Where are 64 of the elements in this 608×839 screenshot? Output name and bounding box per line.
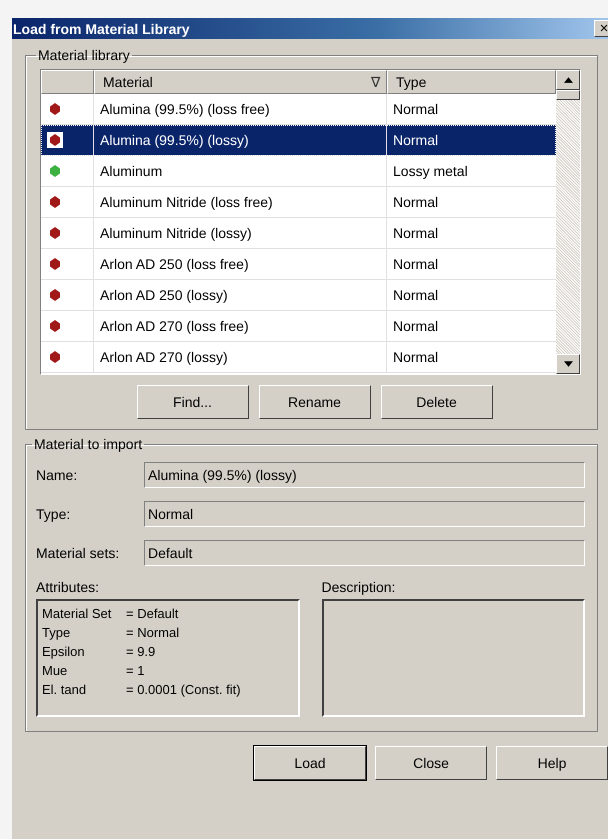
table-cell: Aluminum Nitride (loss free) [94, 187, 387, 217]
group-title: Material to import [33, 436, 144, 452]
field-label: Type: [36, 506, 72, 522]
scroll-down-button[interactable] [556, 354, 580, 374]
attribute-name: Epsilon [42, 643, 86, 661]
table-cell-text: Normal [392, 100, 440, 119]
dialog-button[interactable]: Help [496, 746, 608, 780]
table-row[interactable]: Aluminum Nitride (lossy) Normal [41, 218, 556, 249]
table-cell: Arlon AD 270 (lossy) [94, 342, 387, 372]
window-title: Load from Material Library [12, 20, 190, 36]
table-row[interactable]: Arlon AD 270 (lossy) Normal [41, 342, 556, 373]
attribute-name: Type [42, 624, 72, 642]
attributes-label: Attributes: [36, 579, 100, 595]
scroll-thumb[interactable] [556, 90, 580, 100]
table-cell: Aluminum Nitride (lossy) [94, 218, 387, 248]
table-cell-text: Normal [392, 286, 440, 305]
attribute-value: = Normal [126, 624, 180, 642]
table-cell: Arlon AD 250 (loss free) [94, 249, 387, 279]
table-row[interactable]: Aluminum Lossy metal [41, 156, 556, 187]
table-cell-text: Normal [392, 255, 440, 274]
scroll-up-button[interactable] [556, 70, 580, 90]
table-cell-text: Lossy metal [392, 162, 469, 181]
field-label: Name: [36, 467, 78, 483]
attribute-name: Material Set [42, 605, 112, 623]
attribute-value: = 1 [126, 662, 144, 680]
table-cell: Alumina (99.5%) (lossy) [94, 125, 387, 155]
down-arrow-icon [564, 361, 572, 367]
sort-icon: ∇ [371, 74, 380, 90]
table-cell: Normal [387, 125, 556, 155]
attribute-value: = 9.9 [126, 643, 156, 661]
dialog-button[interactable]: Close [375, 746, 487, 780]
read-only-field: Alumina (99.5%) (lossy) [144, 462, 585, 488]
attribute-value: = Default [126, 605, 178, 623]
read-only-field: Normal [144, 501, 585, 527]
action-button[interactable]: Rename [258, 385, 370, 419]
field-label: Material sets: [36, 545, 120, 561]
table-cell-text: Normal [392, 224, 440, 243]
close-button[interactable]: × [594, 20, 608, 37]
read-only-field: Default [144, 540, 585, 566]
dialog-button[interactable]: Load [254, 746, 366, 780]
table-row[interactable]: Aluminum Nitride (loss free) Normal [41, 187, 556, 218]
group-title: Material library [37, 47, 131, 63]
table-cell-text: Normal [392, 317, 440, 336]
table-cell: Aluminum [94, 156, 387, 186]
table-cell-text: Normal [392, 348, 440, 367]
action-button[interactable]: Find... [136, 385, 248, 419]
table-row[interactable]: Alumina (99.5%) (lossy) Normal [41, 125, 556, 156]
column-header[interactable]: Material ∇ [94, 70, 387, 94]
table-cell-text: Normal [392, 193, 440, 212]
description-label: Description: [322, 579, 396, 595]
column-header[interactable] [41, 70, 94, 94]
table-row[interactable]: Arlon AD 270 (loss free) Normal [41, 311, 556, 342]
column-header[interactable]: Type [387, 70, 556, 94]
up-arrow-icon [564, 77, 572, 83]
attribute-value: = 0.0001 (Const. fit) [126, 681, 241, 699]
attribute-name: Mue [42, 662, 68, 680]
table-cell: Arlon AD 250 (lossy) [94, 280, 387, 310]
table-row[interactable]: Arlon AD 250 (loss free) Normal [41, 249, 556, 280]
table-cell: Alumina (99.5%) (loss free) [94, 94, 387, 124]
action-button[interactable]: Delete [380, 385, 492, 419]
table-cell: Arlon AD 270 (loss free) [94, 311, 387, 341]
attribute-name: El. tand [42, 681, 88, 699]
scrollbar[interactable] [556, 70, 580, 374]
table-row[interactable]: Arlon AD 250 (lossy) Normal [41, 280, 556, 311]
